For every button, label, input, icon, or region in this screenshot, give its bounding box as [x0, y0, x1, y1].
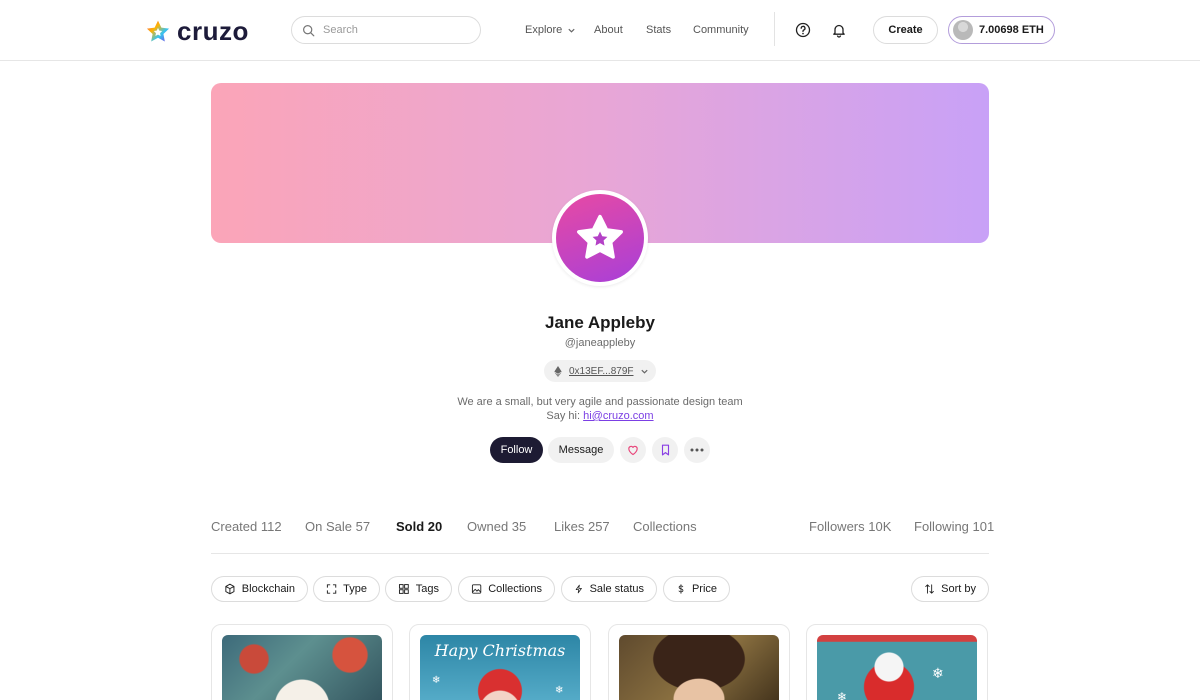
profile-handle: @janeappleby: [564, 337, 636, 349]
tab-followers[interactable]: Followers 10K: [809, 519, 891, 534]
filter-blockchain-label: Blockchain: [241, 583, 295, 595]
bell-icon[interactable]: [831, 22, 847, 38]
nav-community[interactable]: Community: [693, 24, 749, 36]
filter-tags[interactable]: Tags: [385, 576, 452, 602]
top-header: cruzo Explore About Stats Community Crea…: [0, 0, 1200, 61]
like-button[interactable]: [620, 437, 646, 463]
help-icon[interactable]: [795, 22, 811, 38]
tab-sold[interactable]: Sold 20: [396, 519, 442, 534]
image-icon: [471, 584, 482, 594]
sort-by-button[interactable]: Sort by: [911, 576, 989, 602]
nav-stats[interactable]: Stats: [646, 24, 671, 36]
filter-price-label: Price: [691, 583, 717, 595]
profile-avatar: [552, 190, 648, 286]
nft-card[interactable]: ❄ ❄: [806, 624, 988, 700]
nft-card[interactable]: Hapy Christmas ❄ ❄: [409, 624, 591, 700]
profile-bio: We are a small, but very agile and passi…: [0, 395, 1200, 423]
tab-following[interactable]: Following 101: [914, 519, 994, 534]
nft-card[interactable]: [608, 624, 790, 700]
filter-price[interactable]: Price: [663, 576, 730, 602]
user-avatar: [953, 20, 973, 40]
search-icon: [303, 24, 315, 36]
heart-icon: [628, 445, 638, 456]
bolt-icon: [575, 584, 582, 594]
dollar-icon: [678, 584, 684, 594]
tab-likes[interactable]: Likes 257: [554, 519, 610, 534]
bookmark-icon: [661, 444, 669, 456]
brand-name: cruzo: [177, 16, 249, 46]
nav-about[interactable]: About: [594, 24, 623, 36]
card-image-text: Hapy Christmas: [434, 641, 566, 660]
nav-explore-label: Explore: [525, 24, 563, 36]
tabs-divider: [211, 553, 989, 554]
chevron-down-icon: [568, 28, 575, 33]
filter-tags-label: Tags: [415, 583, 439, 595]
cube-icon: [225, 583, 235, 595]
sort-by-label: Sort by: [941, 583, 976, 595]
search-input[interactable]: [323, 24, 463, 36]
filter-sale-status[interactable]: Sale status: [561, 576, 657, 602]
more-options-button[interactable]: [684, 437, 710, 463]
more-icon: [690, 448, 704, 452]
nft-image-santa-christmas: Hapy Christmas ❄ ❄: [420, 635, 580, 700]
header-divider: [774, 12, 775, 46]
filter-collections[interactable]: Collections: [458, 576, 555, 602]
profile-tabs: Created 112 On Sale 57 Sold 20 Owned 35 …: [211, 519, 994, 539]
wallet-address-dropdown[interactable]: 0x13EF...879F: [544, 360, 656, 382]
profile-name: Jane Appleby: [545, 313, 655, 332]
nft-image-santa-snowflakes: ❄ ❄: [817, 635, 977, 700]
nft-image-cat-art: [222, 635, 382, 700]
bookmark-button[interactable]: [652, 437, 678, 463]
wallet-balance-button[interactable]: 7.00698 ETH: [948, 16, 1055, 44]
nft-card[interactable]: [211, 624, 393, 700]
ethereum-icon: [554, 365, 562, 377]
tab-created[interactable]: Created 112: [211, 519, 282, 534]
sort-icon: [925, 584, 934, 594]
tab-collections[interactable]: Collections: [633, 519, 697, 534]
snowflake-icon: ❄: [555, 685, 564, 696]
star-icon: [577, 214, 623, 259]
filter-blockchain[interactable]: Blockchain: [211, 576, 308, 602]
tab-on-sale[interactable]: On Sale 57: [305, 519, 370, 534]
say-hi-label: Say hi:: [546, 410, 581, 422]
follow-button[interactable]: Follow: [490, 437, 543, 463]
wallet-balance: 7.00698 ETH: [979, 24, 1044, 36]
filter-type[interactable]: Type: [313, 576, 380, 602]
snowflake-icon: ❄: [837, 690, 848, 700]
nav-explore[interactable]: Explore: [525, 24, 576, 36]
logo-star-icon: [146, 20, 170, 42]
wallet-address: 0x13EF...879F: [569, 365, 634, 377]
tab-owned[interactable]: Owned 35: [467, 519, 526, 534]
search-box[interactable]: [291, 16, 481, 44]
filter-type-label: Type: [343, 583, 367, 595]
filter-collections-label: Collections: [488, 583, 542, 595]
expand-icon: [326, 584, 337, 594]
snowflake-icon: ❄: [432, 675, 441, 686]
filter-sale-status-label: Sale status: [589, 583, 644, 595]
email-link[interactable]: hi@cruzo.com: [583, 410, 653, 422]
snowflake-icon: ❄: [932, 665, 944, 681]
grid-icon: [398, 584, 409, 594]
bio-contact: Say hi: hi@cruzo.com: [0, 409, 1200, 423]
message-button[interactable]: Message: [548, 437, 614, 463]
brand-logo[interactable]: cruzo: [145, 16, 249, 47]
chevron-down-icon: [641, 369, 649, 374]
bio-text: We are a small, but very agile and passi…: [457, 396, 743, 408]
nft-image-portrait-woman: [619, 635, 779, 700]
create-button[interactable]: Create: [873, 16, 938, 44]
